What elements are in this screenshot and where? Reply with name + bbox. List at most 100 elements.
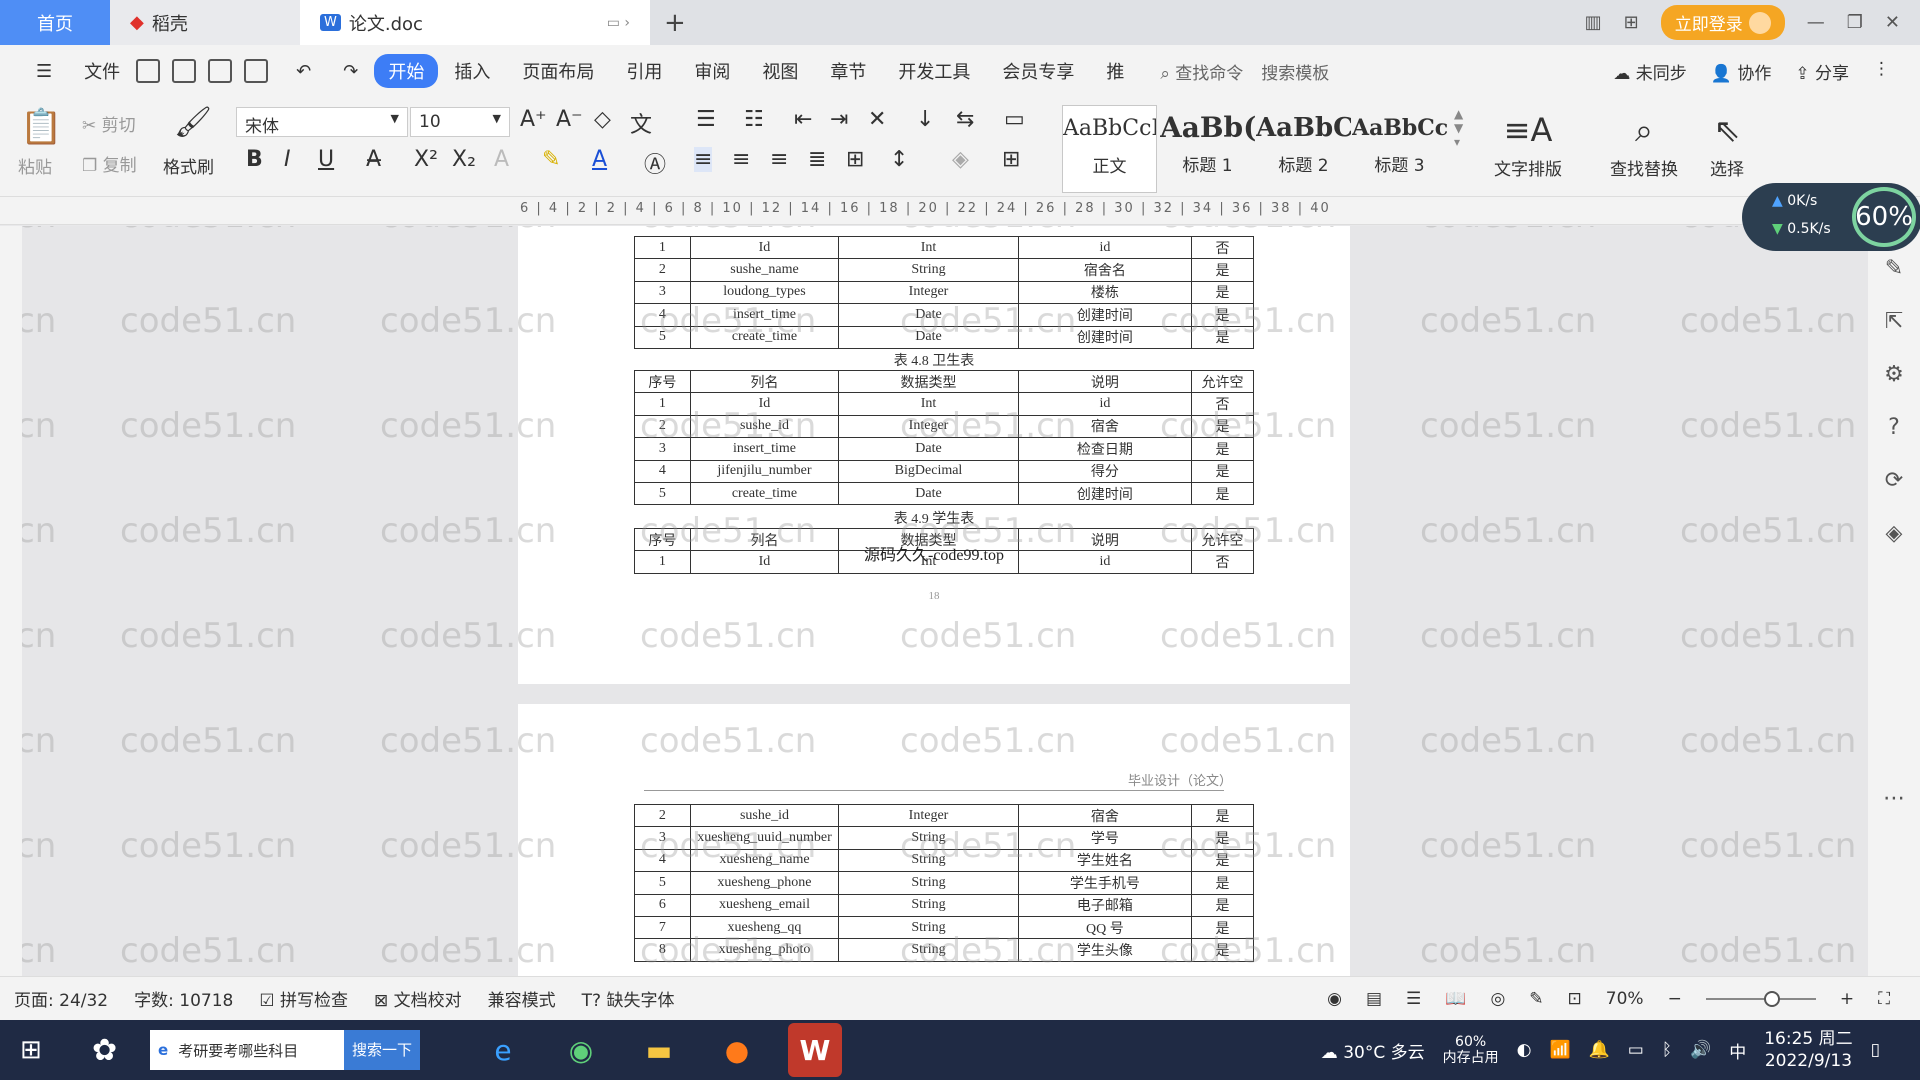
- style-normal[interactable]: AaBbCcI 正文: [1062, 105, 1157, 193]
- apps-grid-icon[interactable]: ⊞: [1624, 12, 1639, 33]
- format-painter-icon[interactable]: 🖌: [174, 105, 212, 140]
- table-cell[interactable]: xuesheng_phone: [689, 871, 840, 895]
- web-view-icon[interactable]: ◎: [1490, 989, 1505, 1009]
- search-query[interactable]: 考研要考哪些科目: [168, 1040, 344, 1061]
- table-cell[interactable]: 4: [634, 303, 691, 327]
- table-cell[interactable]: 说明: [1017, 369, 1193, 394]
- bluetooth-icon[interactable]: ᛒ: [1662, 1040, 1672, 1060]
- tray-app-icon[interactable]: ◐: [1517, 1040, 1532, 1060]
- table-cell[interactable]: 4: [634, 848, 691, 873]
- table-cell[interactable]: 2: [634, 414, 691, 439]
- table-cell[interactable]: 是: [1191, 303, 1254, 327]
- table-cell[interactable]: 是: [1191, 325, 1254, 349]
- table-cell[interactable]: 7: [634, 915, 691, 940]
- table-cell[interactable]: 3: [634, 437, 691, 461]
- sliders-icon[interactable]: ⚙: [1868, 362, 1920, 387]
- table-cell[interactable]: 是: [1191, 414, 1254, 439]
- table-cell[interactable]: 3: [634, 826, 691, 850]
- table-cell[interactable]: 创建时间: [1017, 303, 1193, 327]
- table-cell[interactable]: xuesheng_email: [689, 893, 840, 917]
- windows-start-icon[interactable]: ⊞: [20, 1035, 42, 1065]
- ie-browser-icon[interactable]: e: [476, 1023, 530, 1077]
- bold-icon[interactable]: B: [246, 147, 263, 172]
- table-cell[interactable]: 宿舍: [1017, 803, 1193, 828]
- help-icon[interactable]: ?: [1868, 415, 1920, 440]
- close-tab-icon[interactable]: ▭ ›: [607, 15, 630, 31]
- memory-usage[interactable]: 60% 内存占用: [1443, 1034, 1499, 1066]
- search-command[interactable]: ⌕ 查找命令: [1160, 59, 1243, 84]
- table-cell[interactable]: 电子邮箱: [1017, 893, 1193, 917]
- table-cell[interactable]: 宿舍: [1017, 414, 1193, 439]
- table-cell[interactable]: 8: [634, 938, 691, 962]
- align-right-icon[interactable]: ≡: [770, 147, 788, 172]
- table-cell[interactable]: xuesheng_qq: [689, 915, 840, 940]
- table-cell[interactable]: 学生头像: [1017, 938, 1193, 962]
- table-cell[interactable]: loudong_types: [689, 280, 840, 305]
- table-cell[interactable]: id: [1017, 392, 1193, 416]
- notification-icon[interactable]: 🔔: [1589, 1040, 1610, 1060]
- style-heading-1[interactable]: AaBb(标题 1: [1160, 105, 1255, 193]
- numbered-list-icon[interactable]: ☷: [744, 107, 764, 132]
- superscript-icon[interactable]: X²: [414, 147, 438, 172]
- table-cell[interactable]: 1: [634, 235, 691, 260]
- text-layout-button[interactable]: ≡A 文字排版: [1494, 105, 1562, 180]
- table-cell[interactable]: String: [838, 871, 1019, 895]
- sync-button[interactable]: ☁ 未同步: [1613, 59, 1686, 84]
- table-cell[interactable]: 创建时间: [1017, 481, 1193, 506]
- tab-page-layout[interactable]: 页面布局: [506, 54, 610, 88]
- tab-view[interactable]: 视图: [746, 54, 814, 88]
- battery-icon[interactable]: ▭: [1628, 1040, 1644, 1060]
- table-cell[interactable]: String: [838, 915, 1019, 940]
- clear-format-icon[interactable]: ◇: [594, 107, 611, 132]
- tab-member[interactable]: 会员专享: [986, 54, 1090, 88]
- table-cell[interactable]: 是: [1191, 848, 1254, 873]
- table-cell[interactable]: xuesheng_name: [689, 848, 840, 873]
- table-cell[interactable]: 是: [1191, 459, 1254, 483]
- fit-page-icon[interactable]: ⊡: [1568, 989, 1582, 1009]
- italic-icon[interactable]: I: [284, 147, 291, 172]
- table-cell[interactable]: Date: [838, 437, 1019, 461]
- layout-icon[interactable]: ▥: [1585, 12, 1602, 33]
- compass-icon[interactable]: ◈: [1868, 521, 1920, 546]
- compat-mode[interactable]: 兼容模式: [488, 986, 556, 1011]
- table-cell[interactable]: insert_time: [689, 437, 840, 461]
- proofread-button[interactable]: ⊠ 文档校对: [374, 986, 462, 1011]
- app-logo-icon[interactable]: ✿: [92, 1033, 117, 1068]
- table-cell[interactable]: 是: [1191, 481, 1254, 506]
- zoom-slider[interactable]: [1705, 990, 1816, 1007]
- table-cell[interactable]: Int: [838, 235, 1019, 260]
- table-cell[interactable]: xuesheng_uuid_number: [689, 826, 840, 850]
- table-cell[interactable]: 5: [634, 871, 691, 895]
- decrease-indent-icon[interactable]: ⇤: [794, 107, 812, 132]
- spell-check-button[interactable]: ☑ 拼写检查: [259, 986, 348, 1011]
- line-spacing-icon[interactable]: ↕: [890, 147, 908, 172]
- fullscreen-icon[interactable]: ⛶: [1878, 989, 1890, 1009]
- styles-scroll-icon[interactable]: ▲ ▼ ▾: [1454, 107, 1463, 149]
- table-cell[interactable]: String: [838, 848, 1019, 873]
- table-cell[interactable]: Date: [838, 481, 1019, 506]
- redo-icon[interactable]: ↷: [327, 57, 374, 86]
- phonetic-icon[interactable]: 文: [630, 107, 652, 139]
- tab-file[interactable]: 文件: [68, 54, 136, 88]
- menu-icon[interactable]: ☰: [20, 57, 68, 86]
- tab-chapter[interactable]: 章节: [814, 54, 882, 88]
- shrink-font-icon[interactable]: A⁻: [556, 107, 583, 132]
- shading-icon[interactable]: ◈: [952, 147, 969, 172]
- subscript-icon[interactable]: X₂: [452, 147, 476, 172]
- table-cell[interactable]: 1: [634, 392, 691, 416]
- print-preview-icon[interactable]: [244, 59, 269, 83]
- document-page[interactable]: 毕业设计（论文） 2 sushe_id Integer 宿舍是 3 xuesheng_uu…: [518, 704, 1350, 976]
- strikethrough-icon[interactable]: A̶: [366, 147, 381, 172]
- table-cell[interactable]: 5: [634, 481, 691, 506]
- table-cell[interactable]: 是: [1191, 893, 1254, 917]
- increase-indent-icon[interactable]: ⇥: [830, 107, 848, 132]
- table-cell[interactable]: 学号: [1017, 826, 1193, 850]
- table-cell[interactable]: Id: [689, 235, 840, 260]
- more-icon[interactable]: ⋮: [1873, 59, 1890, 84]
- wifi-icon[interactable]: 📶: [1549, 1040, 1570, 1060]
- table-cell[interactable]: 5: [634, 325, 691, 349]
- table-cell[interactable]: 2: [634, 803, 691, 828]
- file-explorer-icon[interactable]: ▬: [632, 1023, 686, 1077]
- chinese-layout-icon[interactable]: ✕: [868, 107, 886, 132]
- table-cell[interactable]: String: [838, 938, 1019, 962]
